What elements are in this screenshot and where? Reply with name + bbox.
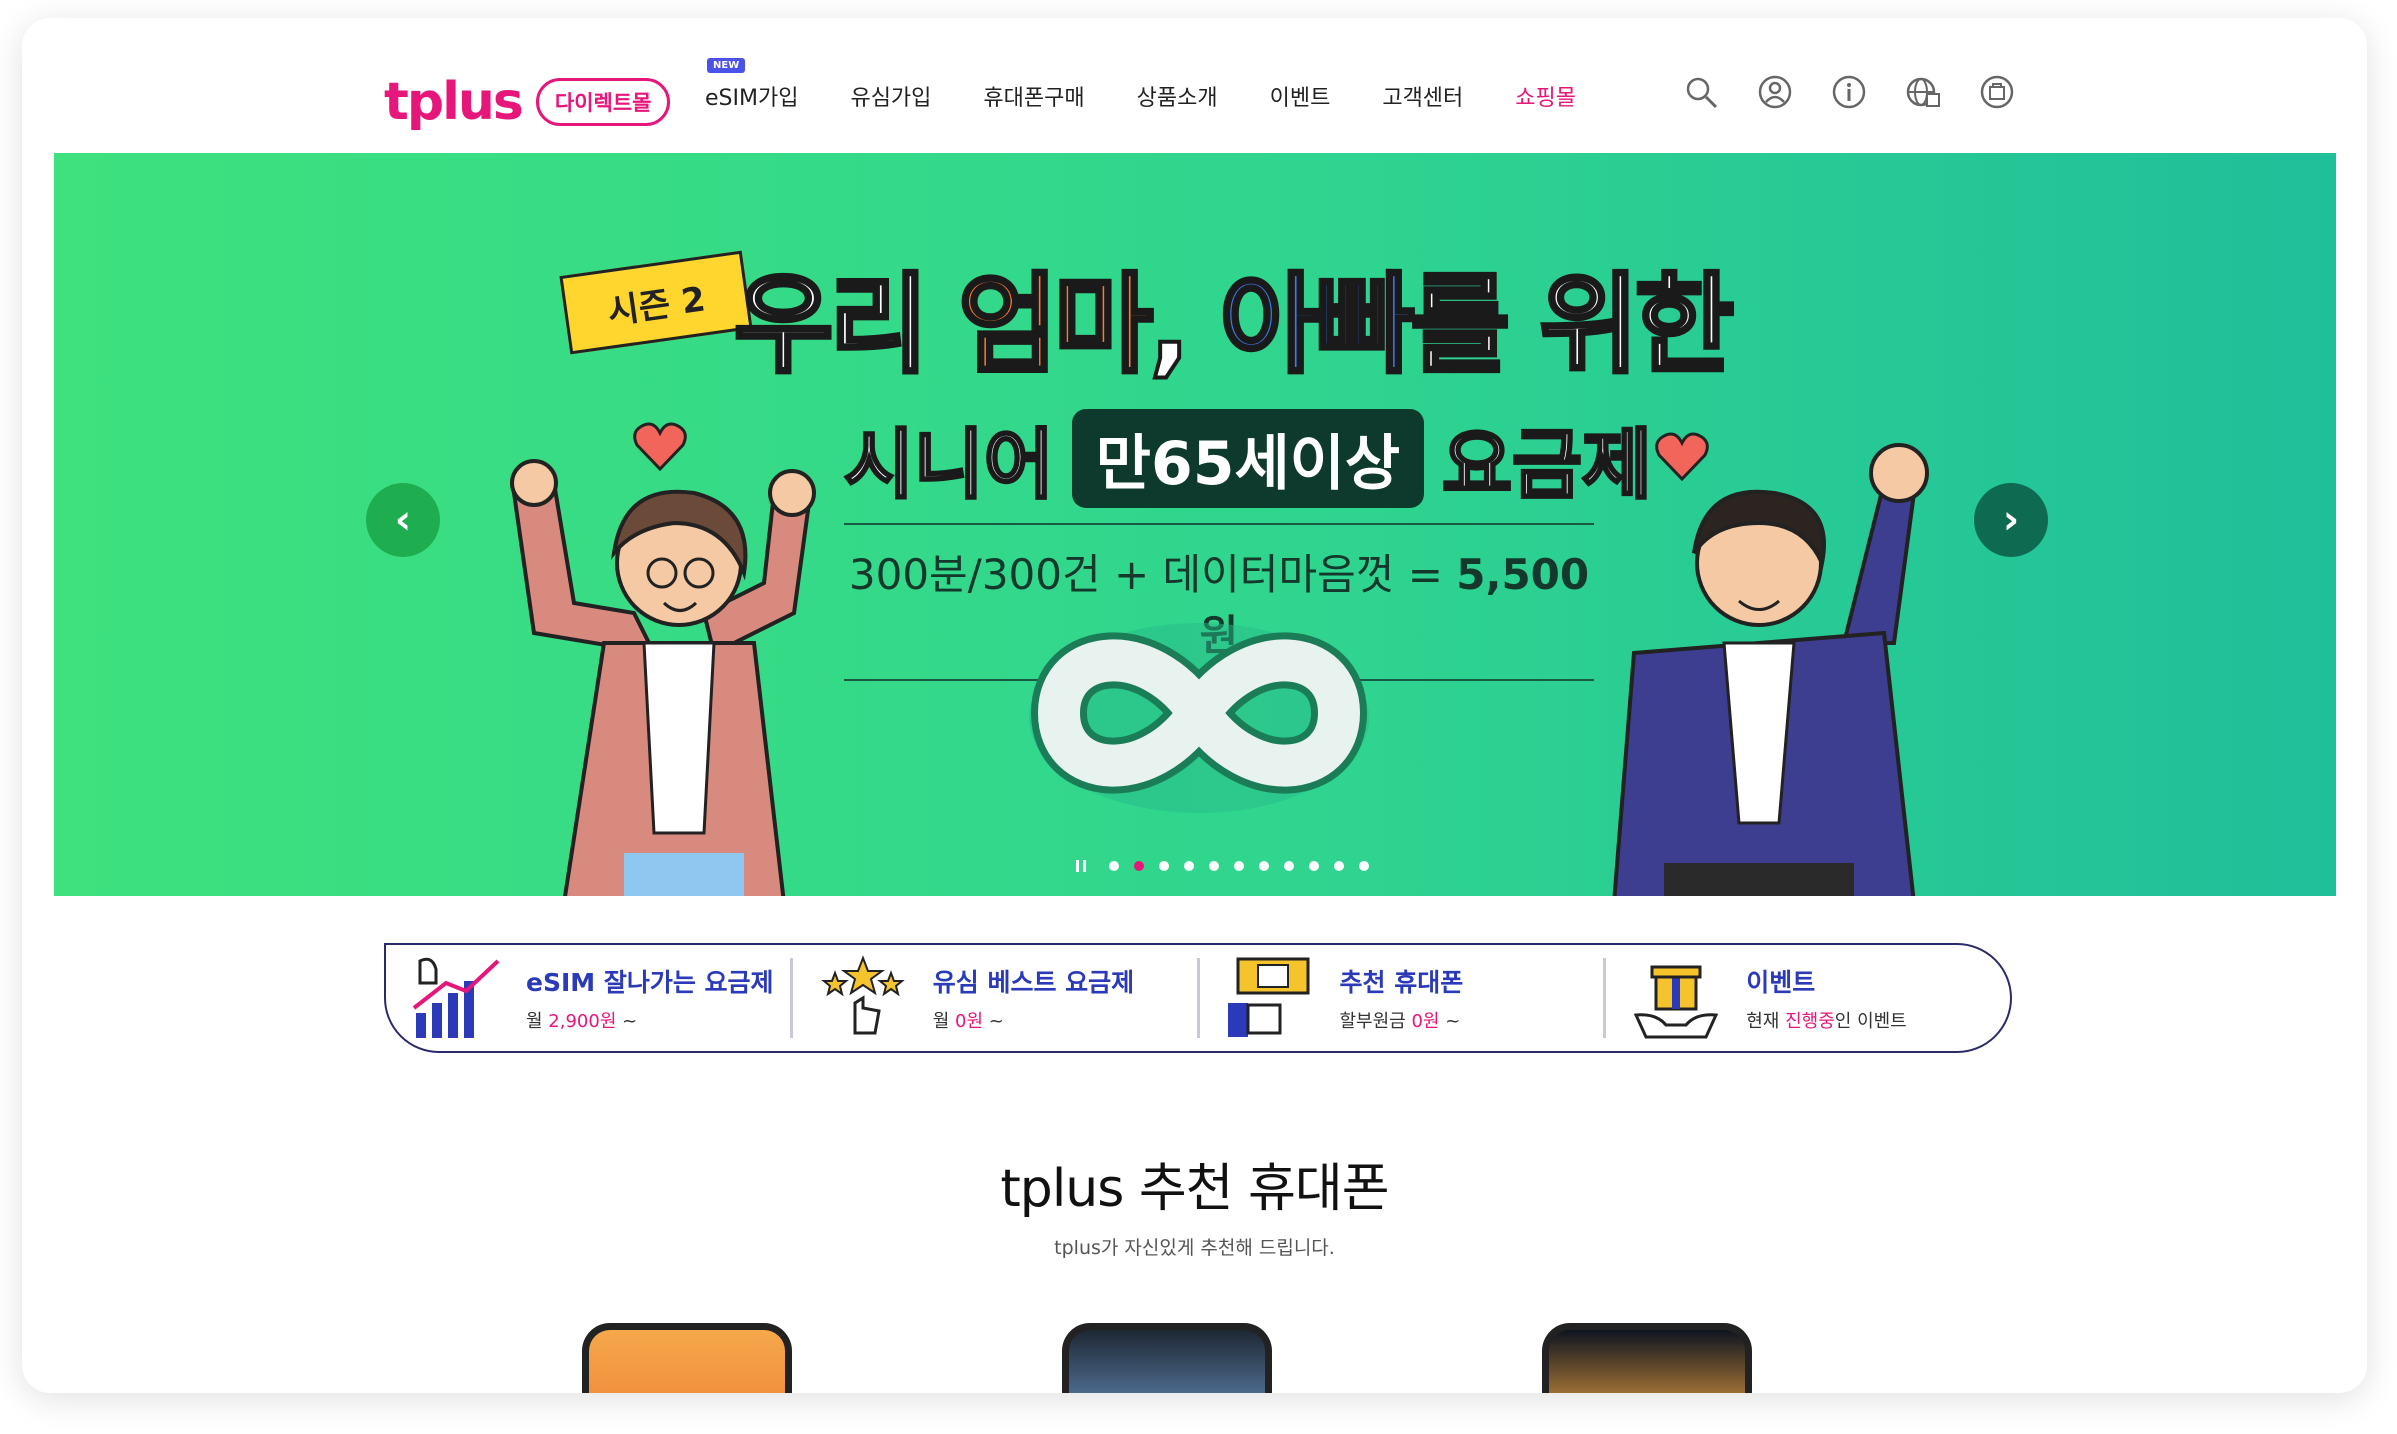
quick-sub: 월 2,900원 ~ [526,1007,774,1033]
new-badge: NEW [707,58,746,73]
quick-sub-post: ~ [616,1011,638,1032]
pagination-dot[interactable] [1109,861,1119,871]
banner-prev-button[interactable]: ‹ [366,483,440,557]
pagination-dot[interactable] [1259,861,1269,871]
nav-phone[interactable]: 휴대폰구매 [983,80,1084,112]
quick-sub-pre: 현재 [1746,1011,1786,1032]
quick-sub-post: 인 이벤트 [1834,1011,1907,1032]
page-frame: tplus 다이렉트몰 NEW eSIM가입 유심가입 휴대폰구매 상품소개 이… [22,18,2367,1393]
headline-post: 를 위한 [1408,261,1736,390]
mom-illustration [510,459,816,896]
section-subtitle: tplus가 자신있게 추천해 드립니다. [1054,1237,1335,1259]
quick-title: 이벤트 [1746,968,1816,997]
pagination-dot[interactable] [1159,861,1169,871]
quick-sub-highlight: 2,900원 [548,1011,617,1032]
quick-item-usim[interactable]: 유심 베스트 요금제 월 0원 ~ [793,955,1200,1038]
stars-icon [820,955,905,1035]
nav-esim[interactable]: NEW eSIM가입 [705,58,799,112]
quick-title: 추천 휴대폰 [1339,968,1464,997]
nav-products[interactable]: 상품소개 [1137,80,1218,112]
quick-sub: 월 0원 ~ [933,1007,1134,1033]
quick-sub: 할부원금 0원 ~ [1340,1007,1464,1033]
nav-shop[interactable]: 쇼핑몰 [1515,80,1576,112]
quick-sub-post: ~ [983,1011,1004,1032]
quick-sub-highlight: 진행중 [1785,1011,1835,1032]
quick-item-esim[interactable]: eSIM 잘나가는 요금제 월 2,900원 ~ [386,957,793,1038]
pagination-dot[interactable] [1234,861,1244,871]
age-pill: 만65세이상 [1071,408,1425,508]
plan-text: 요금제 [1441,419,1654,511]
main-nav: NEW eSIM가입 유심가입 휴대폰구매 상품소개 이벤트 고객센터 쇼핑몰 [705,58,1628,112]
headline-mom: 엄마 [956,261,1155,390]
headline-dad: 아빠 [1218,261,1417,390]
banner-next-button[interactable]: › [1974,483,2048,557]
hero-banner[interactable]: 시즌 2 우리 엄마, 아빠를 위한 시니어 만65세이상 요금제 300분/3… [54,153,2336,896]
section-title: tplus 추천 휴대폰 [1000,1159,1389,1219]
header-icons [1683,74,2015,110]
gift-icon [1634,965,1719,1039]
quick-title: eSIM 잘나가는 요금제 [526,968,774,997]
quick-sub-highlight: 0원 [1411,1011,1440,1032]
search-icon[interactable] [1683,74,1719,110]
cart-icon[interactable] [1979,74,2015,110]
nav-usim[interactable]: 유심가입 [850,80,931,112]
quick-item-event[interactable]: 이벤트 현재 진행중인 이벤트 [1606,958,2010,1039]
logo-text: tplus [384,72,524,132]
pagination-dot[interactable] [1309,861,1319,871]
heart-icon [633,422,687,471]
quick-sub: 현재 진행중인 이벤트 [1746,1007,1907,1033]
quick-item-phone[interactable]: 추천 휴대폰 할부원금 0원 ~ [1200,957,1607,1038]
quick-sub-pre: 할부원금 [1339,1011,1412,1032]
price-text: 300분/300건 + 데이터마음껏 = [848,550,1457,599]
site-header: tplus 다이렉트몰 NEW eSIM가입 유심가입 휴대폰구매 상품소개 이… [22,18,2367,153]
globe-icon[interactable] [1905,74,1941,110]
heart-icon [1655,432,1709,481]
info-icon[interactable] [1831,74,1867,110]
quick-sub-post: ~ [1439,1011,1461,1032]
pagination-dot[interactable] [1334,861,1344,871]
phone-thumbnail[interactable] [1062,1323,1272,1393]
user-icon[interactable] [1757,74,1793,110]
pagination-dot[interactable] [1184,861,1194,871]
phone-thumbnail[interactable] [1542,1323,1752,1393]
pagination-dot[interactable] [1284,861,1294,871]
infinity-icon [1029,623,1369,813]
headline-pre: 우리 [732,261,959,390]
banner-headline: 우리 엄마, 아빠를 위한 [732,238,1736,394]
pagination-dot[interactable] [1209,861,1219,871]
logo-badge: 다이렉트몰 [535,78,671,126]
quick-title: 유심 베스트 요금제 [932,968,1135,997]
banner-pagination [1076,860,1369,872]
logo[interactable]: tplus 다이렉트몰 [384,72,671,132]
senior-text: 시니어 [843,419,1056,511]
phone-thumbnail[interactable] [582,1323,792,1393]
recommend-sign-icon [1227,957,1309,1037]
quick-sub-pre: 월 [932,1011,956,1032]
banner-subline: 시니어 만65세이상 요금제 [843,403,1654,513]
season-ribbon: 시즌 2 [559,250,753,355]
pagination-dot[interactable] [1134,861,1144,871]
headline-comma: , [1147,261,1220,390]
quick-sub-highlight: 0원 [955,1011,984,1032]
pagination-dot[interactable] [1359,861,1369,871]
nav-event[interactable]: 이벤트 [1270,80,1331,112]
nav-support[interactable]: 고객센터 [1382,80,1463,112]
pause-icon[interactable] [1076,860,1086,872]
nav-esim-label: eSIM가입 [705,86,799,111]
quick-sub-pre: 월 [526,1011,549,1032]
quick-menu: eSIM 잘나가는 요금제 월 2,900원 ~ 유심 베스트 요금제 월 0원… [384,943,2012,1053]
chart-icon [412,957,500,1038]
